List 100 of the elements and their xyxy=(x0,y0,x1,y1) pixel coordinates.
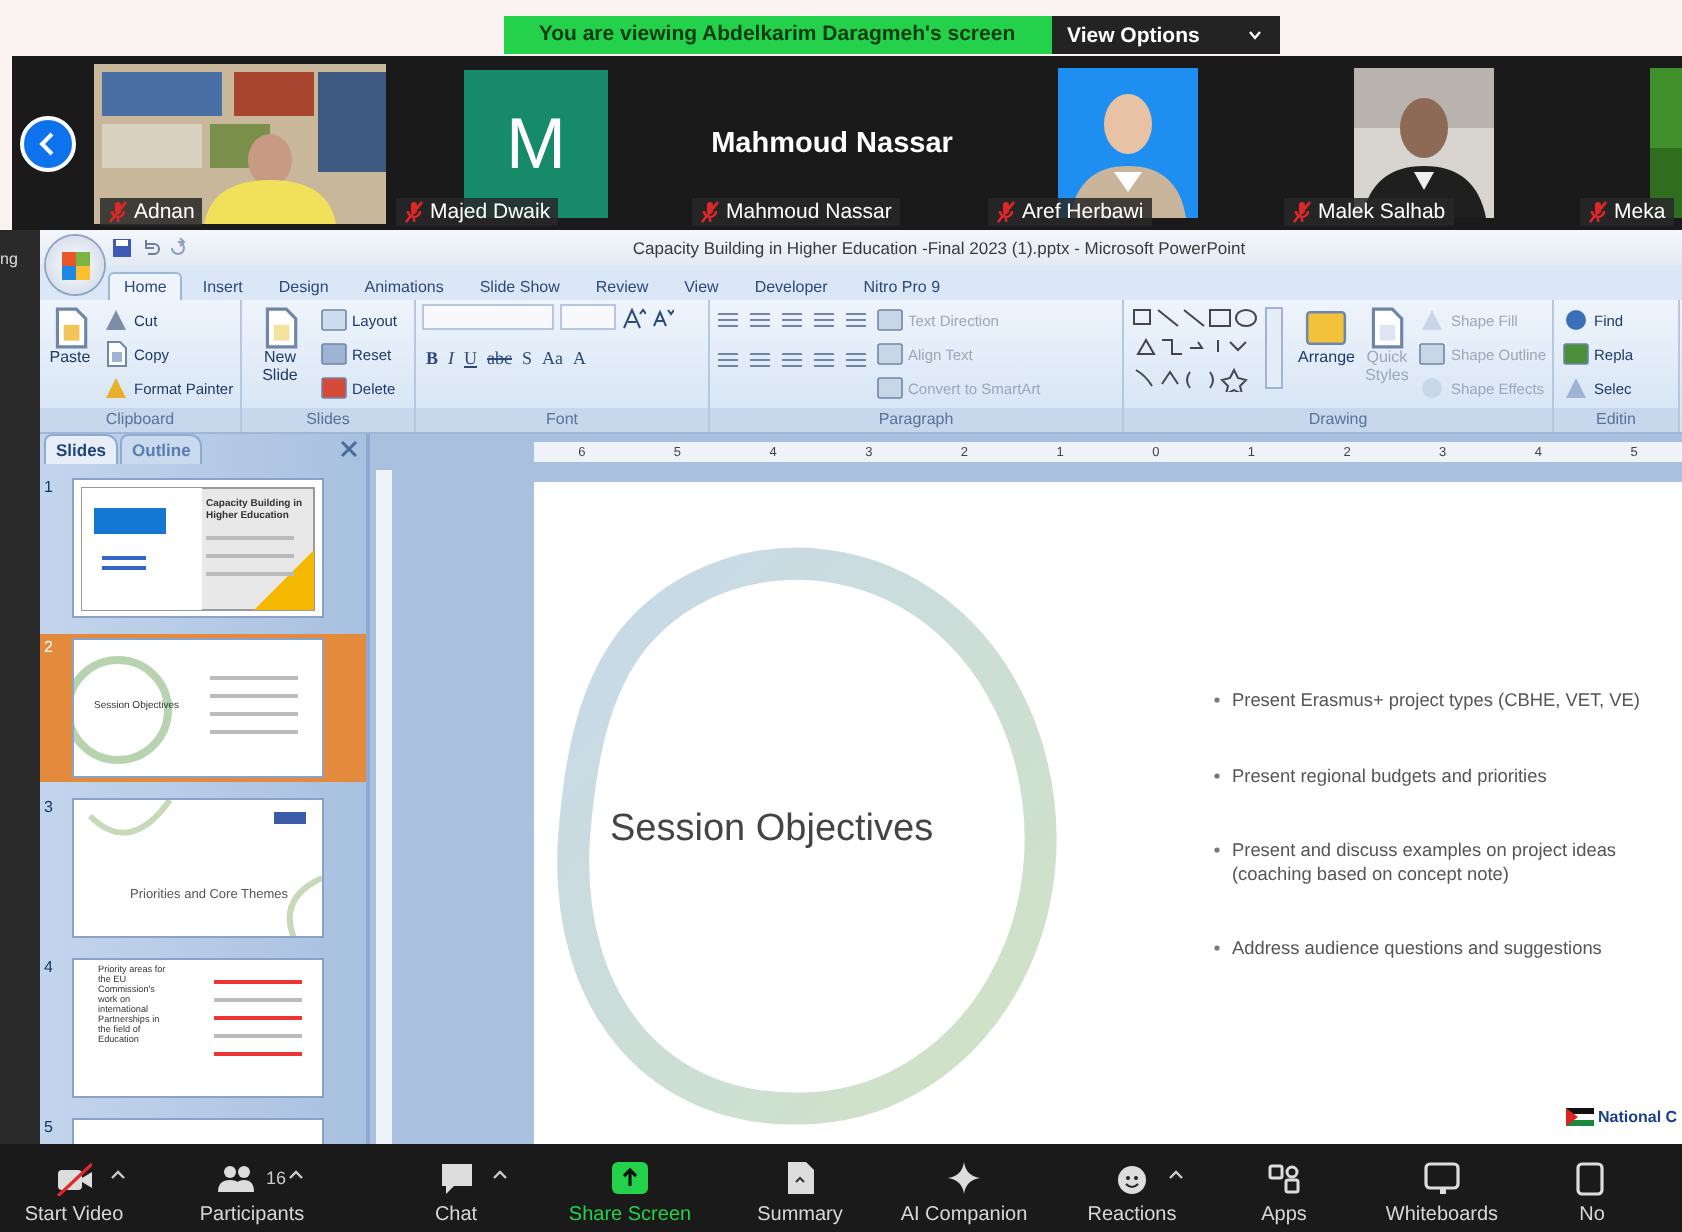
participant-name: Mahmoud Nassar xyxy=(711,127,953,159)
group-label: Font xyxy=(416,408,708,432)
list-icon[interactable] xyxy=(780,308,804,332)
participant-label: Majed Dwaik xyxy=(396,197,559,225)
toolbar-button[interactable]: Share Screen xyxy=(540,1151,720,1225)
caret-up-icon[interactable] xyxy=(288,1169,304,1179)
toolbar-button[interactable]: AI Companion xyxy=(880,1151,1048,1225)
ribbon-tab[interactable]: Developer xyxy=(738,272,844,300)
format-button[interactable]: B xyxy=(422,348,443,368)
participant-label: Aref Herbawi xyxy=(988,197,1152,225)
participant-count: 16 xyxy=(265,1167,286,1187)
undo-icon[interactable] xyxy=(140,238,160,258)
align-icon[interactable] xyxy=(748,348,772,372)
slide-number: 4 xyxy=(44,958,55,976)
ribbon-tab[interactable]: Design xyxy=(262,272,345,300)
ribbon-tab[interactable]: Review xyxy=(579,272,665,300)
logo-text: National C xyxy=(1598,1108,1678,1126)
group-label: Editin xyxy=(1554,408,1678,432)
bullet-text: Present regional budgets and priorities xyxy=(1232,765,1547,788)
toolbar-button[interactable]: Chat xyxy=(372,1151,540,1225)
bullet-text: Address audience questions and suggestions xyxy=(1232,938,1602,961)
font-name-field[interactable] xyxy=(422,304,554,330)
view-options-button[interactable]: View Options xyxy=(1051,16,1279,54)
office-button[interactable] xyxy=(46,236,104,294)
align-icon xyxy=(876,340,904,368)
format-button[interactable]: Aa xyxy=(538,348,568,368)
align-icon[interactable] xyxy=(716,348,740,372)
ribbon-tab[interactable]: Home xyxy=(108,272,183,300)
caret-up-icon[interactable] xyxy=(492,1169,508,1179)
group-label: Paragraph xyxy=(710,408,1122,432)
redo-icon[interactable] xyxy=(168,238,188,258)
layout-icon xyxy=(320,306,348,334)
toolbar-button[interactable]: Apps xyxy=(1216,1151,1352,1225)
format-button[interactable]: U xyxy=(460,348,482,368)
share-screen-icon xyxy=(612,1159,648,1195)
office-logo-icon xyxy=(59,249,91,281)
toolbar-button[interactable]: Reactions xyxy=(1048,1151,1216,1225)
align-icon[interactable] xyxy=(812,348,836,372)
toolbar-button[interactable]: Whiteboards xyxy=(1352,1151,1532,1225)
delete-icon xyxy=(320,374,348,402)
format-button[interactable]: A xyxy=(569,348,591,368)
ribbon-tab[interactable]: View xyxy=(668,272,735,300)
list-icon[interactable] xyxy=(716,308,740,332)
sparkle-icon xyxy=(946,1159,982,1195)
slide-title: Session Objectives xyxy=(610,808,934,852)
save-icon[interactable] xyxy=(112,238,132,258)
whiteboard-icon xyxy=(1424,1159,1460,1195)
group-label: Slides xyxy=(242,408,414,432)
window-title: Capacity Building in Higher Education -Final 2023 (1).pptx - Microsoft PowerPoint xyxy=(630,238,1248,258)
caret-up-icon[interactable] xyxy=(1168,1169,1184,1179)
list-icon[interactable] xyxy=(844,308,868,332)
ribbon-button[interactable]: Paste xyxy=(46,304,94,370)
ribbon-tab[interactable]: Slide Show xyxy=(463,272,576,300)
slide-number: 5 xyxy=(44,1118,55,1136)
slide-thumbnail-row[interactable]: 5 xyxy=(40,1114,366,1144)
toolbar-button[interactable]: 16 Participants xyxy=(132,1151,372,1225)
smartart-icon xyxy=(876,374,904,402)
reset-icon xyxy=(320,340,348,368)
flag-icon xyxy=(1566,1108,1594,1126)
screen-share-banner: You are viewing Abdelkarim Daragmeh's screen xyxy=(503,16,1051,54)
outline-icon xyxy=(1418,340,1447,368)
caret-up-icon[interactable] xyxy=(110,1169,126,1179)
format-button[interactable]: abc xyxy=(483,348,517,368)
participant-label: Mahmoud Nassar xyxy=(692,197,900,225)
toolbar-button[interactable]: Start Video xyxy=(16,1151,132,1225)
participant-label: Malek Salhab xyxy=(1284,197,1454,225)
chevron-left-icon xyxy=(38,131,58,155)
slide-number: 2 xyxy=(44,638,55,656)
bullet-text: Present and discuss examples on project ideas (coaching based on concept note) xyxy=(1232,840,1619,886)
format-button[interactable]: I xyxy=(444,348,459,368)
text-direction-icon xyxy=(876,306,904,334)
ribbon-tab[interactable]: Insert xyxy=(186,272,259,300)
group-label: Drawing xyxy=(1124,408,1552,432)
slide-number: 3 xyxy=(44,798,55,816)
pane-tab[interactable]: Slides xyxy=(44,434,119,464)
back-button[interactable] xyxy=(20,115,76,171)
ribbon-tab[interactable]: Animations xyxy=(348,272,460,300)
list-icon[interactable] xyxy=(812,308,836,332)
slide-number: 1 xyxy=(44,478,55,496)
ribbon-tab[interactable]: Nitro Pro 9 xyxy=(847,272,957,300)
bullet-text: Present Erasmus+ project types (CBHE, VET, VE) xyxy=(1232,690,1640,713)
close-icon[interactable] xyxy=(340,440,358,458)
document-icon xyxy=(782,1159,818,1195)
apps-icon xyxy=(1266,1159,1302,1195)
align-icon[interactable] xyxy=(844,348,868,372)
participant-label: Meka xyxy=(1580,197,1674,225)
ribbon-button[interactable]: New Slide xyxy=(248,304,312,388)
toolbar-button[interactable]: Summary xyxy=(720,1151,880,1225)
font-size-field[interactable] xyxy=(560,304,616,330)
chat-icon xyxy=(438,1159,474,1195)
shrink-font-icon[interactable] xyxy=(652,306,674,328)
ribbon-button[interactable]: Arrange xyxy=(1296,304,1357,370)
chevron-down-icon xyxy=(1247,30,1262,40)
toolbar-button[interactable]: No xyxy=(1532,1151,1652,1225)
align-icon[interactable] xyxy=(780,348,804,372)
group-label: Clipboard xyxy=(40,408,240,432)
format-button[interactable]: S xyxy=(518,348,537,368)
participant-label: Adnan xyxy=(100,197,203,225)
list-icon[interactable] xyxy=(748,308,772,332)
grow-font-icon[interactable] xyxy=(622,305,646,329)
